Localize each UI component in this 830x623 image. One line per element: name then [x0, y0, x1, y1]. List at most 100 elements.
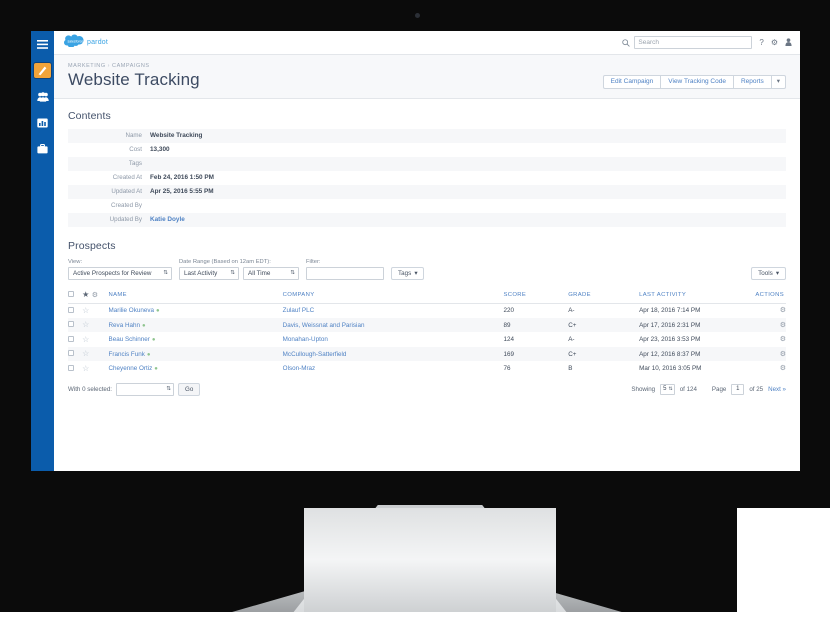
prospect-company-cell[interactable]: Monahan-Upton [283, 332, 504, 347]
row-checkbox[interactable] [68, 321, 74, 328]
column-header-actions: ACTIONS [745, 286, 786, 304]
row-checkbox[interactable] [68, 364, 74, 371]
view-tracking-code-button[interactable]: View Tracking Code [660, 74, 734, 89]
row-star-cell[interactable]: ☆ [82, 361, 108, 376]
showing-label: Showing [631, 385, 656, 393]
prospect-company-link[interactable]: Zulauf PLC [283, 307, 315, 314]
prospect-company-link[interactable]: Olson-Mraz [283, 365, 316, 372]
prospect-company-link[interactable]: Davis, Weissnat and Parisian [283, 322, 365, 329]
column-header-last-activity[interactable]: LAST ACTIVITY [639, 286, 746, 304]
prospect-name-cell[interactable]: Cheyenne Ortiz ● [109, 361, 283, 376]
row-star-cell[interactable]: ☆ [82, 318, 108, 333]
sidebar-item-admin[interactable] [34, 141, 51, 156]
search-input[interactable] [634, 36, 753, 49]
prospect-name-link[interactable]: Reva Hahn [109, 322, 141, 329]
page-size-select[interactable]: 5 ⇅ [660, 383, 675, 395]
hamburger-menu-icon[interactable] [34, 37, 51, 52]
gear-icon[interactable]: ⚙ [92, 292, 99, 299]
row-checkbox[interactable] [68, 306, 74, 313]
search-icon[interactable] [622, 34, 631, 52]
star-icon[interactable]: ☆ [82, 335, 89, 344]
prospect-name-cell[interactable]: Marilie Okuneva ● [109, 303, 283, 318]
star-icon[interactable]: ☆ [82, 349, 89, 358]
prospect-name-cell[interactable]: Francis Funk ● [109, 347, 283, 362]
gear-icon[interactable]: ⚙ [780, 307, 786, 314]
prospect-company-cell[interactable]: Olson-Mraz [283, 361, 504, 376]
user-avatar-icon[interactable] [785, 37, 792, 48]
date-field-select[interactable]: Last Activity ⇅ [179, 266, 239, 280]
star-icon[interactable]: ☆ [82, 320, 89, 329]
row-select-cell[interactable] [68, 332, 82, 347]
prospect-company-link[interactable]: McCullough-Satterfield [283, 351, 347, 358]
prospect-grade-cell: C+ [568, 350, 577, 358]
column-header-company[interactable]: COMPANY [282, 286, 504, 304]
column-header-score[interactable]: SCORE [503, 286, 569, 304]
view-select[interactable]: Active Prospects for Review ⇅ [68, 266, 172, 280]
row-checkbox[interactable] [68, 335, 74, 342]
row-select-cell[interactable] [68, 318, 82, 333]
field-value-link[interactable]: Katie Doyle [148, 213, 786, 227]
row-select-cell[interactable] [68, 303, 82, 318]
column-header-name[interactable]: NAME [108, 286, 283, 304]
filter-input[interactable] [306, 266, 384, 280]
prospect-company-link[interactable]: Monahan-Upton [283, 336, 328, 343]
row-actions-cell[interactable]: ⚙ [745, 347, 786, 362]
row-star-cell[interactable]: ☆ [82, 347, 108, 362]
sidebar-item-reports[interactable] [34, 115, 51, 130]
breadcrumb-marketing[interactable]: MARKETING [68, 63, 106, 69]
star-icon[interactable]: ★ [82, 290, 90, 299]
date-range-select[interactable]: All Time ⇅ [243, 266, 299, 280]
column-header-grade[interactable]: GRADE [568, 286, 640, 304]
row-star-cell[interactable]: ☆ [82, 332, 108, 347]
reports-button[interactable]: Reports [732, 74, 772, 89]
row-actions-cell[interactable]: ⚙ [745, 318, 786, 333]
stepper-icon: ⇅ [230, 269, 235, 276]
row-select-cell[interactable] [68, 347, 82, 362]
prospect-name-link[interactable]: Beau Schinner [109, 336, 150, 343]
star-column-header[interactable]: ★ ⚙ [82, 286, 109, 304]
star-icon[interactable]: ☆ [82, 306, 89, 315]
tools-button[interactable]: Tools ▾ [751, 266, 786, 280]
date-field-value: Last Activity [184, 269, 218, 277]
select-all-header[interactable] [68, 286, 83, 304]
sidebar-item-marketing[interactable] [34, 63, 51, 78]
person-icon: ● [151, 337, 156, 344]
gear-icon[interactable]: ⚙ [780, 322, 786, 329]
prospects-filters: View: Active Prospects for Review ⇅ Date… [68, 259, 786, 280]
brand-wordmark: pardot [87, 39, 109, 46]
row-actions-cell[interactable]: ⚙ [745, 332, 786, 347]
tags-button[interactable]: Tags ▾ [391, 266, 425, 280]
prospect-company-cell[interactable]: McCullough-Satterfield [283, 347, 504, 362]
star-icon[interactable]: ☆ [82, 364, 89, 373]
gear-icon[interactable]: ⚙ [780, 351, 786, 358]
row-checkbox[interactable] [68, 350, 74, 357]
brand-logo[interactable]: salesforce pardot [64, 33, 109, 52]
bulk-action-select[interactable]: ⇅ [116, 382, 175, 396]
view-select-value: Active Prospects for Review [73, 269, 152, 277]
prospect-name-cell[interactable]: Reva Hahn ● [109, 318, 283, 333]
sidebar-item-prospects[interactable] [34, 89, 51, 104]
edit-campaign-button[interactable]: Edit Campaign [602, 74, 662, 89]
gear-icon[interactable]: ⚙ [780, 336, 786, 343]
row-actions-cell[interactable]: ⚙ [745, 303, 786, 318]
prospect-name-link[interactable]: Francis Funk [109, 351, 145, 358]
gear-icon[interactable]: ⚙ [771, 38, 778, 47]
prospect-name-link[interactable]: Cheyenne Ortiz [109, 365, 153, 372]
device-mockup: salesforce pardot ? ⚙ [0, 0, 830, 623]
prospect-name-link[interactable]: Marilie Okuneva [109, 307, 155, 314]
page-number-input[interactable]: 1 [731, 383, 745, 395]
prospect-company-cell[interactable]: Zulauf PLC [283, 303, 504, 318]
select-all-checkbox[interactable] [68, 290, 74, 297]
more-actions-caret-button[interactable]: ▾ [770, 74, 786, 89]
gear-icon[interactable]: ⚙ [780, 365, 786, 372]
row-star-cell[interactable]: ☆ [82, 303, 108, 318]
row-actions-cell[interactable]: ⚙ [745, 361, 786, 376]
go-button[interactable]: Go [178, 382, 201, 396]
row-select-cell[interactable] [68, 361, 82, 376]
help-icon[interactable]: ? [759, 38, 763, 47]
prospect-name-cell[interactable]: Beau Schinner ● [109, 332, 283, 347]
breadcrumb: MARKETING › CAMPAIGNS [68, 63, 200, 69]
next-page-link[interactable]: Next » [768, 386, 786, 393]
breadcrumb-campaigns[interactable]: CAMPAIGNS [112, 63, 150, 69]
prospect-company-cell[interactable]: Davis, Weissnat and Parisian [283, 318, 504, 333]
